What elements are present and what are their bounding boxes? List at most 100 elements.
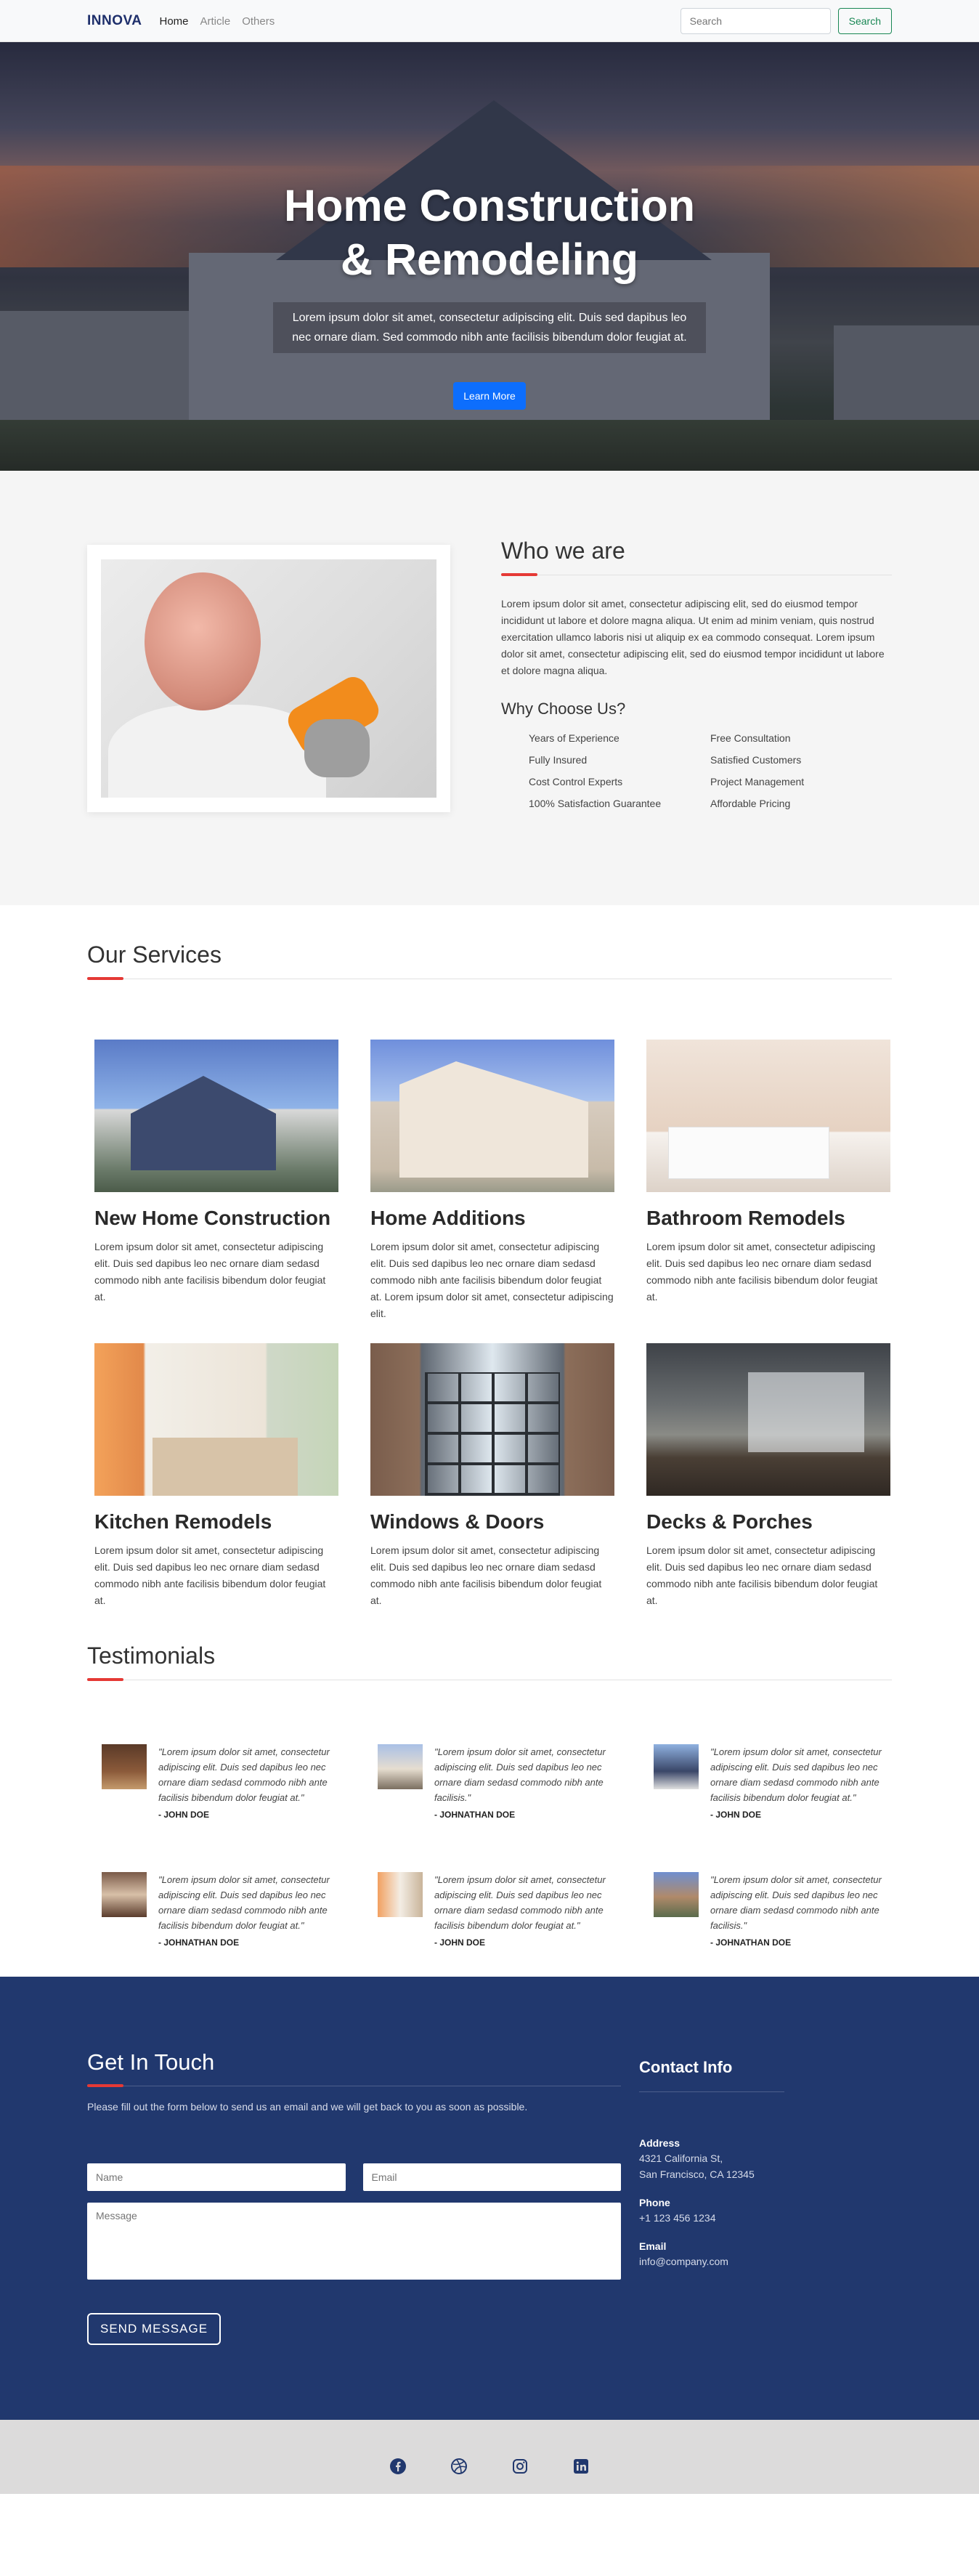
service-name: Bathroom Remodels xyxy=(646,1207,845,1229)
address-label: Address xyxy=(639,2137,681,2149)
learn-more-button[interactable]: Learn More xyxy=(453,382,526,410)
why-item: 100% Satisfaction Guarantee xyxy=(529,798,662,809)
service-card[interactable]: Windows & Doors Lorem ipsum dolor sit am… xyxy=(370,1343,614,1647)
hero-section: Home Construction & Remodeling Lorem ips… xyxy=(0,42,979,471)
phone-label: Phone xyxy=(639,2197,670,2208)
hero-title-line1: Home Construction xyxy=(284,181,695,230)
brand-logo[interactable]: INNOVA xyxy=(87,13,142,29)
service-image-additions xyxy=(370,1040,614,1192)
social-links xyxy=(0,2458,979,2475)
testimonial-quote: "Lorem ipsum dolor sit amet, consectetur… xyxy=(710,1746,882,1803)
send-message-button[interactable]: SEND MESSAGE xyxy=(87,2313,222,2345)
testimonial-author: - JOHN DOE xyxy=(434,1937,486,1948)
nav-link-others[interactable]: Others xyxy=(242,15,275,28)
service-card[interactable]: Decks & Porches Lorem ipsum dolor sit am… xyxy=(646,1343,890,1647)
name-field[interactable] xyxy=(87,2163,346,2191)
service-desc: Lorem ipsum dolor sit amet, consectetur … xyxy=(646,1241,878,1303)
services-title: Our Services xyxy=(87,941,222,968)
testimonial-item: "Lorem ipsum dolor sit amet, consectetur… xyxy=(378,1744,654,1872)
service-card[interactable]: Kitchen Remodels Lorem ipsum dolor sit a… xyxy=(94,1343,338,1647)
instagram-icon[interactable] xyxy=(511,2458,529,2475)
service-image-decks xyxy=(646,1343,890,1496)
testimonials-grid: "Lorem ipsum dolor sit amet, consectetur… xyxy=(102,1744,892,2000)
testimonial-quote: "Lorem ipsum dolor sit amet, consectetur… xyxy=(434,1746,606,1803)
service-desc: Lorem ipsum dolor sit amet, consectetur … xyxy=(370,1241,614,1319)
service-image-bathroom xyxy=(646,1040,890,1192)
footer xyxy=(0,2420,979,2494)
testimonial-thumbnail xyxy=(102,1744,147,1789)
service-name: Windows & Doors xyxy=(370,1510,545,1533)
testimonials-title-wrap: Testimonials xyxy=(87,1643,892,1681)
testimonial-thumbnail xyxy=(378,1872,423,1917)
service-card[interactable]: Bathroom Remodels Lorem ipsum dolor sit … xyxy=(646,1040,890,1343)
service-name: Decks & Porches xyxy=(646,1510,813,1533)
testimonials-title: Testimonials xyxy=(87,1643,216,1669)
about-worker-photo xyxy=(101,559,436,798)
contact-info-title: Contact Info xyxy=(639,2058,733,2076)
service-name: Home Additions xyxy=(370,1207,526,1229)
service-card[interactable]: Home Additions Lorem ipsum dolor sit ame… xyxy=(370,1040,614,1343)
services-title-wrap: Our Services xyxy=(87,941,892,980)
why-item: Free Consultation xyxy=(710,732,791,744)
service-desc: Lorem ipsum dolor sit amet, consectetur … xyxy=(94,1544,326,1606)
dribbble-icon[interactable] xyxy=(450,2458,468,2475)
testimonial-author: - JOHN DOE xyxy=(158,1810,210,1820)
email-label: Email xyxy=(639,2240,667,2252)
contact-section: Get In Touch Please fill out the form be… xyxy=(0,1977,979,2420)
hero-title-line2: & Remodeling xyxy=(340,235,639,284)
why-item: Project Management xyxy=(710,776,805,787)
why-item: Satisfied Customers xyxy=(710,754,802,766)
contact-info: Contact Info Address 4321 California St,… xyxy=(639,2058,857,2269)
contact-subtitle: Please fill out the form below to send u… xyxy=(87,2101,528,2113)
testimonial-author: - JOHN DOE xyxy=(710,1810,762,1820)
search-button[interactable]: Search xyxy=(837,8,892,34)
service-name: New Home Construction xyxy=(94,1207,331,1229)
service-desc: Lorem ipsum dolor sit amet, consectetur … xyxy=(370,1544,602,1606)
testimonial-thumbnail xyxy=(654,1872,699,1917)
email-field[interactable] xyxy=(362,2163,621,2191)
hero-text: Lorem ipsum dolor sit amet, consectetur … xyxy=(273,302,706,353)
phone-value: +1 123 456 1234 xyxy=(639,2212,716,2224)
why-item: Fully Insured xyxy=(529,754,588,766)
testimonial-author: - JOHNATHAN DOE xyxy=(158,1937,240,1948)
testimonial-quote: "Lorem ipsum dolor sit amet, consectetur… xyxy=(434,1874,606,1931)
testimonial-quote: "Lorem ipsum dolor sit amet, consectetur… xyxy=(710,1874,882,1931)
service-name: Kitchen Remodels xyxy=(94,1510,272,1533)
why-choose-title: Why Choose Us? xyxy=(501,700,626,718)
service-image-kitchen xyxy=(94,1343,338,1496)
nav-link-home[interactable]: Home xyxy=(159,15,188,28)
contact-form-area: Get In Touch Please fill out the form be… xyxy=(87,2049,621,2345)
testimonial-author: - JOHNATHAN DOE xyxy=(710,1937,792,1948)
testimonial-quote: "Lorem ipsum dolor sit amet, consectetur… xyxy=(158,1874,330,1931)
service-desc: Lorem ipsum dolor sit amet, consectetur … xyxy=(646,1544,878,1606)
service-card[interactable]: New Home Construction Lorem ipsum dolor … xyxy=(94,1040,338,1343)
about-title: Who we are xyxy=(501,538,625,564)
hero-title: Home Construction & Remodeling xyxy=(0,179,979,286)
nav-link-article[interactable]: Article xyxy=(200,15,231,28)
address-line2: San Francisco, CA 12345 xyxy=(639,2168,755,2180)
glove-graphic xyxy=(304,719,370,777)
email-value: info@company.com xyxy=(639,2256,728,2267)
linkedin-icon[interactable] xyxy=(572,2458,590,2475)
navbar: INNOVA Home Article Others Search xyxy=(0,0,979,42)
why-item: Cost Control Experts xyxy=(529,776,623,787)
service-image-new-home xyxy=(94,1040,338,1192)
why-item: Affordable Pricing xyxy=(710,798,791,809)
why-item: Years of Experience xyxy=(529,732,620,744)
testimonial-item: "Lorem ipsum dolor sit amet, consectetur… xyxy=(654,1744,886,1872)
about-section: Who we are Lorem ipsum dolor sit amet, c… xyxy=(0,471,979,905)
search-input[interactable] xyxy=(680,8,831,34)
facebook-icon[interactable] xyxy=(389,2458,407,2475)
about-text: Lorem ipsum dolor sit amet, consectetur … xyxy=(501,598,885,676)
message-field[interactable] xyxy=(87,2203,621,2280)
testimonial-thumbnail xyxy=(102,1872,147,1917)
testimonial-thumbnail xyxy=(654,1744,699,1789)
testimonials-section: Testimonials "Lorem ipsum dolor sit amet… xyxy=(87,1643,892,1977)
testimonial-quote: "Lorem ipsum dolor sit amet, consectetur… xyxy=(158,1746,330,1803)
about-content: Who we are Lorem ipsum dolor sit amet, c… xyxy=(501,538,892,812)
nav-search-form: Search xyxy=(680,8,892,34)
service-image-windows xyxy=(370,1343,614,1496)
contact-name-email-row xyxy=(87,2163,621,2191)
why-choose-list: Years of Experience Free Consultation Fu… xyxy=(501,730,892,812)
worker-face xyxy=(145,572,261,710)
